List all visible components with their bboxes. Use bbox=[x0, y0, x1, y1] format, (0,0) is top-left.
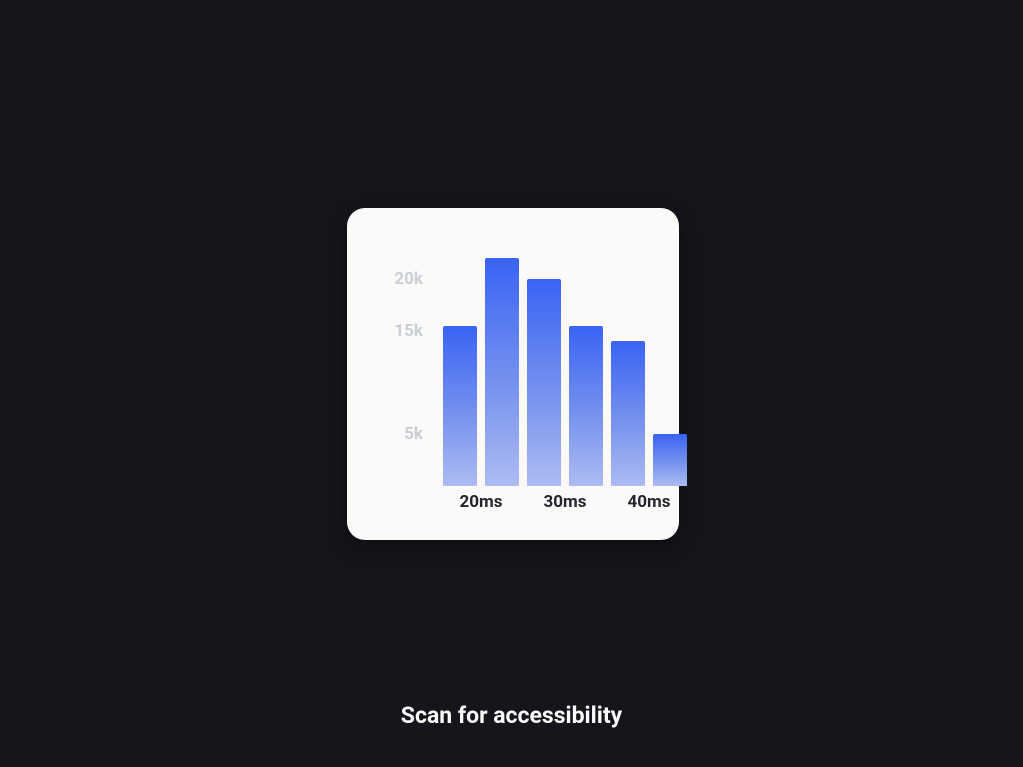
scan-accessibility-label: Scan for accessibility bbox=[0, 702, 1023, 729]
bar bbox=[485, 258, 519, 486]
y-tick-label: 15k bbox=[394, 321, 423, 341]
y-tick-label: 20k bbox=[394, 269, 423, 289]
y-tick-label: 5k bbox=[404, 424, 423, 444]
bar bbox=[653, 434, 687, 486]
chart-body: 20k15k5k 20ms30ms40ms bbox=[375, 240, 651, 512]
plot-area bbox=[443, 248, 643, 486]
bar bbox=[443, 326, 477, 486]
y-axis: 20k 15k 5k bbox=[375, 248, 435, 486]
bar bbox=[569, 326, 603, 486]
bar bbox=[611, 341, 645, 486]
x-tick-label: 40ms bbox=[628, 492, 671, 512]
chart-card: 20k 15k 5k 20ms 30ms 40ms bbox=[347, 208, 679, 540]
x-axis: 20ms30ms40ms bbox=[443, 488, 643, 512]
x-tick-label: 30ms bbox=[544, 492, 587, 512]
bar bbox=[527, 279, 561, 486]
x-tick-label: 20ms bbox=[460, 492, 503, 512]
